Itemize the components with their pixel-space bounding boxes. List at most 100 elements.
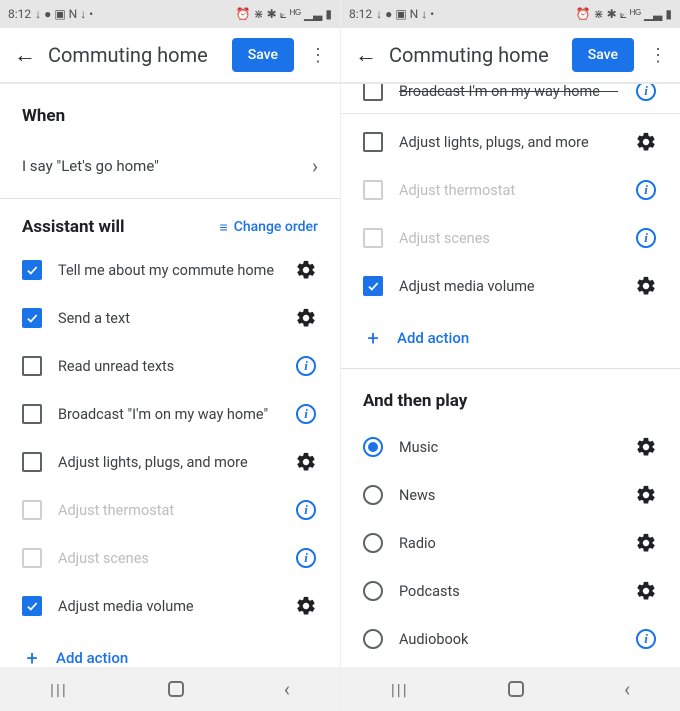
assistant-action-item[interactable]: Read unread texts i	[0, 342, 340, 390]
action-label: Adjust scenes	[58, 550, 278, 567]
system-nav-bar: ||| ‹	[341, 667, 680, 711]
radio-button[interactable]	[363, 629, 383, 649]
checkbox[interactable]	[22, 356, 42, 376]
content: Broadcast I'm on my way home i Adjust li…	[341, 84, 680, 667]
play-option-list: MusicNewsRadioPodcastsAudiobookiNothing	[341, 419, 680, 667]
page-title: Commuting home	[48, 43, 220, 67]
gear-icon[interactable]	[294, 306, 318, 330]
checkbox[interactable]	[22, 500, 42, 520]
info-icon[interactable]: i	[294, 402, 318, 426]
gear-icon[interactable]	[634, 483, 658, 507]
gear-icon[interactable]	[294, 258, 318, 282]
status-bar: 8:12 ↓ ● ▣ N ↓ • ⏰ ⋇ ✱ ⟀ ᴴᴳ ▁▃ ▮	[341, 0, 680, 28]
info-icon[interactable]: i	[634, 178, 658, 202]
assistant-action-item[interactable]: Adjust thermostat i	[341, 166, 680, 214]
gear-icon[interactable]	[634, 579, 658, 603]
play-option-item[interactable]: News	[341, 471, 680, 519]
play-option-label: Radio	[399, 535, 618, 552]
list-item-partial[interactable]: Broadcast I'm on my way home i	[341, 84, 680, 114]
play-option-label: Music	[399, 439, 618, 456]
checkbox[interactable]	[22, 404, 42, 424]
radio-button[interactable]	[363, 533, 383, 553]
gear-icon[interactable]	[634, 274, 658, 298]
action-label: Adjust thermostat	[399, 182, 618, 199]
checkbox[interactable]	[22, 260, 42, 280]
info-icon[interactable]: i	[634, 226, 658, 250]
gear-icon[interactable]	[634, 435, 658, 459]
checkbox[interactable]	[22, 548, 42, 568]
radio-button[interactable]	[363, 485, 383, 505]
assistant-action-item[interactable]: Adjust scenesi	[341, 214, 680, 262]
status-left-icons: ↓ ● ▣ N ↓ •	[35, 7, 93, 21]
screen-left: 8:12 ↓ ● ▣ N ↓ • ⏰ ⋇ ✱ ⟀ ᴴᴳ ▁▃ ▮ ← Commu…	[0, 0, 340, 711]
status-right-icons: ⏰ ⋇ ✱ ⟀ ᴴᴳ ▁▃ ▮	[236, 7, 332, 22]
overflow-menu-button[interactable]: ⋮	[306, 45, 330, 66]
radio-button[interactable]	[363, 581, 383, 601]
assistant-action-item[interactable]: Adjust media volume	[341, 262, 680, 310]
back-button[interactable]: ←	[14, 42, 36, 68]
status-right-icons: ⏰ ⋇ ✱ ⟀ ᴴᴳ ▁▃ ▮	[576, 7, 672, 22]
action-label: Adjust lights, plugs, and more	[58, 454, 278, 471]
status-left-icons: ↓ ● ▣ N ↓ •	[376, 7, 434, 21]
gear-icon[interactable]	[294, 594, 318, 618]
checkbox[interactable]	[22, 596, 42, 616]
action-label: Broadcast I'm on my way home	[399, 84, 618, 100]
gear-icon[interactable]	[294, 450, 318, 474]
play-option-item[interactable]: Radio	[341, 519, 680, 567]
radio-button[interactable]	[363, 437, 383, 457]
nav-recent-button[interactable]: |||	[391, 680, 409, 699]
checkbox[interactable]	[22, 452, 42, 472]
action-label: Adjust thermostat	[58, 502, 278, 519]
assistant-action-item[interactable]: Send a text	[0, 294, 340, 342]
back-button[interactable]: ←	[355, 42, 377, 68]
app-header: ← Commuting home Save ⋮	[0, 28, 340, 84]
play-option-label: Podcasts	[399, 583, 618, 600]
nav-recent-button[interactable]: |||	[50, 680, 68, 699]
checkbox[interactable]	[363, 180, 383, 200]
info-icon[interactable]: i	[294, 546, 318, 570]
nav-back-button[interactable]: ‹	[624, 677, 630, 701]
play-option-label: News	[399, 487, 618, 504]
plus-icon: +	[22, 646, 42, 667]
screen-right: 8:12 ↓ ● ▣ N ↓ • ⏰ ⋇ ✱ ⟀ ᴴᴳ ▁▃ ▮ ← Commu…	[340, 0, 680, 711]
play-heading: And then play	[341, 369, 680, 419]
save-button[interactable]: Save	[232, 38, 294, 72]
action-label: Read unread texts	[58, 358, 278, 375]
assistant-action-item[interactable]: Adjust media volume	[0, 582, 340, 630]
nav-home-button[interactable]	[168, 681, 184, 697]
trigger-row[interactable]: I say "Let's go home" ›	[0, 134, 340, 199]
system-nav-bar: ||| ‹	[0, 667, 340, 711]
nav-back-button[interactable]: ‹	[284, 677, 290, 701]
assistant-action-item[interactable]: Adjust lights, plugs, and more	[0, 438, 340, 486]
action-label: Adjust media volume	[399, 278, 618, 295]
play-option-item[interactable]: Podcasts	[341, 567, 680, 615]
content: When I say "Let's go home" › Assistant w…	[0, 84, 340, 667]
nav-home-button[interactable]	[508, 681, 524, 697]
checkbox[interactable]	[363, 84, 383, 101]
info-icon[interactable]: i	[294, 354, 318, 378]
assistant-action-item[interactable]: Adjust scenes i	[0, 534, 340, 582]
checkbox[interactable]	[363, 276, 383, 296]
add-action-button[interactable]: + Add action	[0, 634, 340, 667]
checkbox[interactable]	[363, 228, 383, 248]
gear-icon[interactable]	[634, 531, 658, 555]
save-button[interactable]: Save	[572, 38, 634, 72]
plus-icon: +	[363, 326, 383, 350]
overflow-menu-button[interactable]: ⋮	[646, 45, 670, 66]
change-order-button[interactable]: ≡ Change order	[220, 219, 318, 236]
info-icon[interactable]: i	[634, 84, 658, 103]
play-option-item[interactable]: Music	[341, 423, 680, 471]
checkbox[interactable]	[22, 308, 42, 328]
add-action-label: Add action	[56, 649, 128, 667]
page-title: Commuting home	[389, 43, 560, 67]
assistant-action-item[interactable]: Broadcast "I'm on my way home"i	[0, 390, 340, 438]
assistant-action-item[interactable]: Adjust lights, plugs, and more	[341, 118, 680, 166]
info-icon[interactable]: i	[294, 498, 318, 522]
checkbox[interactable]	[363, 132, 383, 152]
assistant-action-item[interactable]: Adjust thermostat i	[0, 486, 340, 534]
assistant-action-item[interactable]: Tell me about my commute home	[0, 246, 340, 294]
gear-icon[interactable]	[634, 130, 658, 154]
info-icon[interactable]: i	[634, 627, 658, 651]
add-action-button[interactable]: + Add action	[341, 314, 680, 362]
play-option-item[interactable]: Audiobooki	[341, 615, 680, 663]
